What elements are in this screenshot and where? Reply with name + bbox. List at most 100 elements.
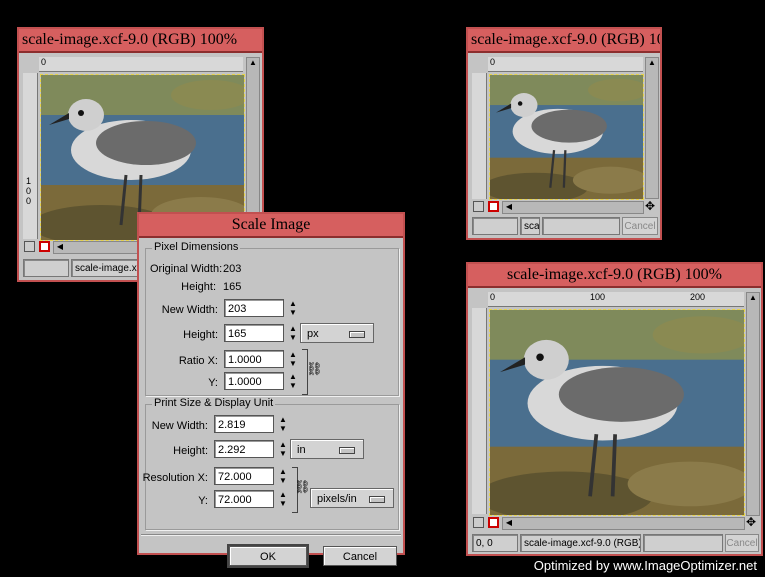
dropdown-indicator-icon (339, 447, 355, 454)
ratio-x-spinner-icon[interactable]: ▲ ▼ (288, 350, 298, 368)
group-legend: Pixel Dimensions (152, 241, 241, 253)
status-coords (23, 259, 69, 277)
horizontal-ruler[interactable]: 0 (488, 57, 643, 72)
cancel-button[interactable]: Cancel (725, 534, 759, 552)
original-height-value: 165 (223, 281, 242, 293)
scroll-up-arrow-icon[interactable]: ▲ (646, 58, 658, 68)
scroll-left-arrow-icon[interactable]: ◀ (503, 518, 515, 528)
bird-photo (490, 310, 744, 515)
dialog-title-text: Scale Image (231, 216, 311, 233)
horizontal-ruler[interactable]: 0 100 200 (488, 292, 744, 307)
window-title[interactable]: scale-image.xcf-9.0 (RGB) 100% (468, 29, 660, 53)
scroll-left-arrow-icon[interactable]: ◀ (54, 242, 66, 252)
vertical-ruler[interactable] (472, 73, 487, 199)
pixel-unit-value: px (307, 328, 319, 340)
cancel-button[interactable]: Cancel (622, 217, 658, 235)
scroll-up-arrow-icon[interactable]: ▲ (247, 58, 259, 68)
resolution-x-spinner-icon[interactable]: ▲ ▼ (278, 467, 288, 485)
scroll-left-arrow-icon[interactable]: ◀ (503, 202, 515, 212)
scroll-up-arrow-icon[interactable]: ▲ (747, 293, 759, 303)
ruler-tick: 100 (590, 292, 606, 302)
ok-button[interactable]: OK (229, 546, 307, 566)
horizontal-scrollbar[interactable]: ◀ (502, 201, 644, 214)
print-width-label: New Width: (151, 420, 208, 432)
ruler-tick: 0 (26, 196, 32, 206)
dialog-body: Pixel Dimensions Original Width: 203 Hei… (139, 238, 403, 566)
ruler-tick: 0 (490, 57, 496, 67)
new-height-label: Height: (183, 329, 218, 341)
print-width-spinner-icon[interactable]: ▲ ▼ (278, 415, 288, 433)
vertical-ruler[interactable] (472, 308, 487, 514)
quickmask-icon[interactable] (488, 517, 499, 528)
print-size-group: Print Size & Display Unit New Width: 2.8… (142, 397, 399, 530)
pixel-dimensions-group: Pixel Dimensions Original Width: 203 Hei… (145, 241, 399, 396)
quickmask-off-icon[interactable] (24, 241, 35, 252)
ruler-tick: 1 (26, 176, 32, 186)
print-height-spinner-icon[interactable]: ▲ ▼ (278, 440, 288, 458)
ratio-x-input[interactable]: 1.0000 (224, 350, 284, 368)
quickmask-off-icon[interactable] (473, 517, 484, 528)
original-height-label: Height: (181, 281, 216, 293)
quickmask-icon[interactable] (488, 201, 499, 212)
original-width-value: 203 (223, 263, 242, 275)
ratio-y-spinner-icon[interactable]: ▲ ▼ (288, 372, 298, 390)
ruler-tick: 0 (41, 57, 47, 67)
vertical-ruler[interactable]: 1 0 0 (23, 73, 38, 239)
quickmask-off-icon[interactable] (473, 201, 484, 212)
ratio-y-input[interactable]: 1.0000 (224, 372, 284, 390)
new-width-spinner-icon[interactable]: ▲ ▼ (288, 299, 298, 317)
dropdown-indicator-icon (369, 496, 385, 503)
print-height-input[interactable]: 2.292 (214, 440, 274, 458)
print-unit-dropdown[interactable]: in (290, 439, 364, 459)
print-height-label: Height: (173, 445, 208, 457)
horizontal-scrollbar[interactable]: ◀ (502, 517, 745, 530)
image-canvas[interactable] (489, 309, 745, 516)
window-title-text: scale-image.xcf-9.0 (RGB) 100% (22, 31, 238, 48)
window-title-text: scale-image.xcf-9.0 (RGB) 100% (471, 31, 660, 48)
pixel-unit-dropdown[interactable]: px (300, 323, 374, 343)
cancel-button[interactable]: Cancel (323, 546, 397, 566)
bird-photo (490, 75, 643, 199)
new-width-input[interactable]: 203 (224, 299, 284, 317)
image-window-top-right: scale-image.xcf-9.0 (RGB) 100% 0 ▲ ◀ ✥ s… (466, 27, 662, 240)
progress-bar (643, 534, 723, 552)
ratio-y-label: Y: (208, 377, 218, 389)
progress-bar (542, 217, 620, 235)
resolution-y-input[interactable]: 72.000 (214, 490, 274, 508)
resolution-unit-dropdown[interactable]: pixels/in (310, 488, 394, 508)
chain-link-icon[interactable]: ⛓ (306, 361, 323, 377)
navigate-icon[interactable]: ✥ (746, 516, 756, 528)
watermark-text: Optimized by www.ImageOptimizer.net (533, 558, 757, 573)
ruler-tick: 0 (490, 292, 496, 302)
button-separator (141, 534, 401, 536)
group-legend: Print Size & Display Unit (152, 397, 276, 409)
status-coords: 0, 0 (472, 534, 518, 552)
new-height-input[interactable]: 165 (224, 324, 284, 342)
resolution-x-input[interactable]: 72.000 (214, 467, 274, 485)
cancel-button-label: Cancel (342, 551, 378, 563)
ruler-tick: 0 (26, 186, 32, 196)
chain-link-icon[interactable]: ⛓ (294, 479, 311, 495)
image-canvas[interactable] (489, 74, 644, 200)
window-title[interactable]: scale-image.xcf-9.0 (RGB) 100% (19, 29, 262, 53)
quickmask-icon[interactable] (39, 241, 50, 252)
ratio-x-label: Ratio X: (178, 355, 218, 367)
navigate-icon[interactable]: ✥ (645, 200, 655, 212)
new-height-spinner-icon[interactable]: ▲ ▼ (288, 324, 298, 342)
resolution-y-label: Y: (198, 495, 208, 507)
scale-image-dialog: Scale Image Pixel Dimensions Original Wi… (137, 212, 405, 566)
window-title[interactable]: scale-image.xcf-9.0 (RGB) 100% (468, 264, 761, 288)
resolution-y-spinner-icon[interactable]: ▲ ▼ (278, 490, 288, 508)
dialog-title[interactable]: Scale Image (139, 214, 403, 238)
print-width-input[interactable]: 2.819 (214, 415, 274, 433)
vertical-scrollbar[interactable]: ▲ (746, 292, 760, 516)
new-width-label: New Width: (161, 304, 218, 316)
ok-button-label: OK (260, 551, 276, 563)
resolution-unit-value: pixels/in (317, 493, 357, 505)
status-coords (472, 217, 518, 235)
status-name: scale-image.xcf-9.0 (RGB) (520, 217, 540, 235)
horizontal-ruler[interactable]: 0 (39, 57, 243, 72)
vertical-scrollbar[interactable]: ▲ (645, 57, 659, 199)
resolution-x-label: Resolution X: (142, 472, 208, 484)
window-title-text: scale-image.xcf-9.0 (RGB) 100% (506, 266, 723, 283)
